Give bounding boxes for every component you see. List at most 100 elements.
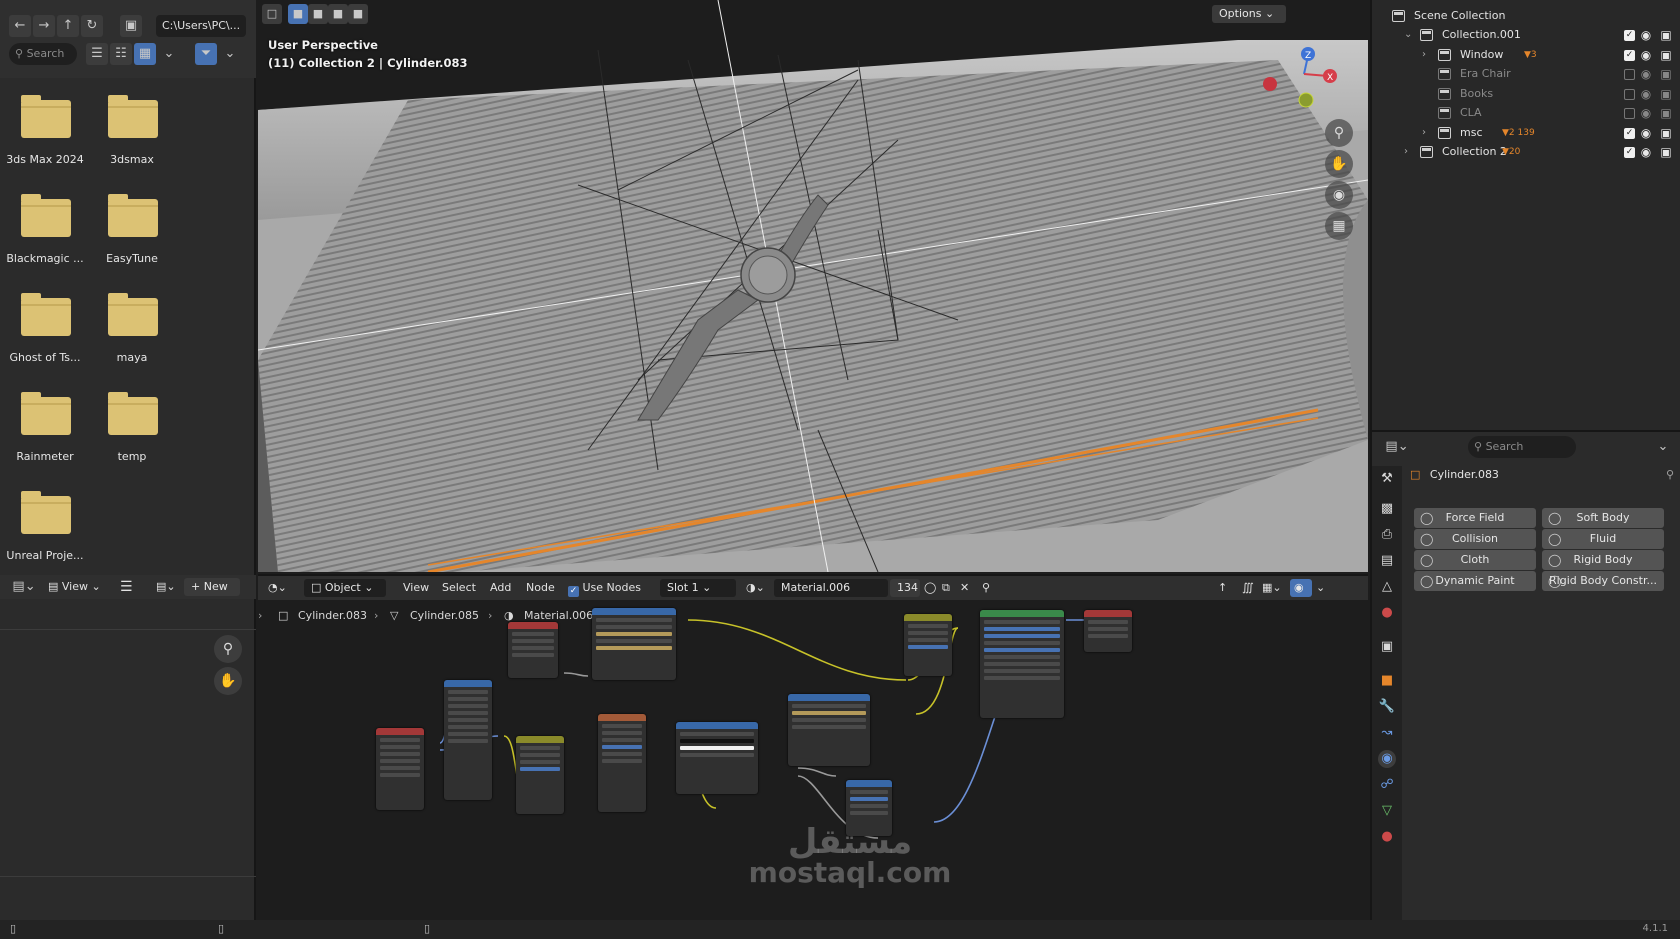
filter-icon[interactable]: ⏷ xyxy=(195,43,217,65)
camera-icon[interactable]: ▣ xyxy=(1658,84,1674,104)
chevron-down-icon[interactable]: ⌄ xyxy=(158,43,180,65)
node-mapping[interactable] xyxy=(444,680,492,800)
outliner-root-row[interactable]: Scene Collection xyxy=(1372,6,1680,26)
physics-tab-icon[interactable]: ◉ xyxy=(1378,750,1396,768)
soft-body-button[interactable]: ◯ Soft Body xyxy=(1542,508,1664,528)
object-tab-icon[interactable]: ■ xyxy=(1378,672,1396,690)
chevron-down-icon[interactable]: ⌄ xyxy=(1404,25,1416,45)
folder-item[interactable]: Ghost of Ts... xyxy=(4,288,84,383)
node-principled-bsdf[interactable] xyxy=(980,610,1064,718)
file-search-input[interactable]: ⚲ Search xyxy=(9,43,77,65)
camera-icon[interactable]: ▣ xyxy=(1658,25,1674,45)
node-material-output[interactable] xyxy=(1084,610,1132,652)
detail-view-icon[interactable]: ☷ xyxy=(110,43,132,65)
eye-icon[interactable]: ◉ xyxy=(1638,84,1654,104)
fluid-button[interactable]: ◯ Fluid xyxy=(1542,529,1664,549)
exclude-checkbox[interactable]: ✓ xyxy=(1624,127,1635,139)
particles-tab-icon[interactable]: ↝ xyxy=(1378,724,1396,742)
modifier-tab-icon[interactable]: 🔧 xyxy=(1378,698,1396,716)
hamburger-menu-icon[interactable]: ☰ xyxy=(120,575,133,599)
exclude-checkbox[interactable] xyxy=(1624,108,1635,119)
select-extend-icon[interactable]: ■ xyxy=(308,4,328,24)
node-color-ramp-3[interactable] xyxy=(788,694,870,766)
folder-item[interactable]: temp xyxy=(91,387,171,482)
eye-icon[interactable]: ◉ xyxy=(1638,25,1654,45)
folder-item[interactable]: Unreal Proje... xyxy=(4,486,84,581)
outliner-row[interactable]: › msc ▼2 139 ✓ ◉ ▣ xyxy=(1372,123,1680,143)
camera-icon[interactable]: ▣ xyxy=(1658,103,1674,123)
world-tab-icon[interactable]: ● xyxy=(1378,604,1396,622)
outliner-row[interactable]: Books ◉ ▣ xyxy=(1372,84,1680,104)
refresh-icon[interactable]: ↻ xyxy=(81,15,103,37)
eye-icon[interactable]: ◉ xyxy=(1638,103,1654,123)
image-editor-type-icon[interactable]: ▤⌄ xyxy=(10,576,38,598)
arrow-right-icon[interactable]: → xyxy=(33,15,55,37)
node-noise-texture[interactable] xyxy=(598,714,646,812)
image-zoom-icon[interactable]: ⚲ xyxy=(214,635,242,663)
properties-options-chevron-icon[interactable]: ⌄ xyxy=(1652,436,1674,458)
rigid-body-constr-button[interactable]: ◯ Rigid Body Constr... xyxy=(1542,571,1664,591)
collision-button[interactable]: ◯ Collision xyxy=(1414,529,1536,549)
outliner-row[interactable]: › Collection 2 ▼20 ✓ ◉ ▣ xyxy=(1372,142,1680,162)
node-mix-2[interactable] xyxy=(904,614,952,676)
camera-icon[interactable]: ▣ xyxy=(1658,45,1674,65)
outliner-row[interactable]: Era Chair ◉ ▣ xyxy=(1372,64,1680,84)
chevron-right-icon[interactable]: › xyxy=(1422,45,1434,65)
folder-item[interactable]: Blackmagic ... xyxy=(4,189,84,284)
outliner-row[interactable]: CLA ◉ ▣ xyxy=(1372,103,1680,123)
force-field-button[interactable]: ◯ Force Field xyxy=(1414,508,1536,528)
exclude-checkbox[interactable]: ✓ xyxy=(1624,30,1635,41)
material-tab-icon[interactable]: ● xyxy=(1378,828,1396,846)
eye-icon[interactable]: ◉ xyxy=(1638,45,1654,65)
gizmo-neg-x[interactable] xyxy=(1263,77,1277,91)
zoom-icon[interactable]: ⚲ xyxy=(1325,119,1353,147)
new-folder-icon[interactable]: ▣ xyxy=(120,15,142,37)
pan-hand-icon[interactable]: ✋ xyxy=(1325,150,1353,178)
select-invert-icon[interactable]: ■ xyxy=(348,4,368,24)
eye-icon[interactable]: ◉ xyxy=(1638,142,1654,162)
camera-view-icon[interactable]: ◉ xyxy=(1325,181,1353,209)
node-mix[interactable] xyxy=(516,736,564,814)
exclude-checkbox[interactable]: ✓ xyxy=(1624,147,1635,158)
dynamic-paint-button[interactable]: ◯ Dynamic Paint xyxy=(1414,571,1536,591)
tool-tab-icon[interactable]: ⚒ xyxy=(1378,470,1396,488)
camera-icon[interactable]: ▣ xyxy=(1658,142,1674,162)
data-tab-icon[interactable]: ▽ xyxy=(1378,802,1396,820)
view-layer-tab-icon[interactable]: ▤ xyxy=(1378,552,1396,570)
3d-viewport[interactable]: User Perspective (11) Collection 2 | Cyl… xyxy=(258,0,1368,572)
select-tool-icon[interactable]: □ xyxy=(262,4,282,24)
filter-dropdown-icon[interactable]: ⌄ xyxy=(219,43,241,65)
collection-tab-icon[interactable]: ▣ xyxy=(1378,638,1396,656)
image-browse-icon[interactable]: ▤⌄ xyxy=(156,575,176,599)
chevron-right-icon[interactable]: › xyxy=(1422,123,1434,143)
select-subtract-icon[interactable]: ■ xyxy=(328,4,348,24)
folder-item[interactable]: 3dsmax xyxy=(91,90,171,185)
eye-icon[interactable]: ◉ xyxy=(1638,123,1654,143)
output-tab-icon[interactable]: ⎙ xyxy=(1378,526,1396,544)
list-view-icon[interactable]: ☰ xyxy=(86,43,108,65)
options-dropdown[interactable]: Options ⌄ xyxy=(1212,5,1286,23)
chevron-right-icon[interactable]: › xyxy=(1404,142,1416,162)
eye-icon[interactable]: ◉ xyxy=(1638,64,1654,84)
camera-icon[interactable]: ▣ xyxy=(1658,123,1674,143)
node-texture-coordinate[interactable] xyxy=(376,728,424,810)
folder-item[interactable]: EasyTune xyxy=(91,189,171,284)
exclude-checkbox[interactable] xyxy=(1624,69,1635,80)
file-path-field[interactable]: C:\Users\PC\... xyxy=(156,15,246,37)
arrow-up-icon[interactable]: ↑ xyxy=(57,15,79,37)
render-tab-icon[interactable]: ▩ xyxy=(1378,500,1396,518)
select-new-icon[interactable]: ■ xyxy=(288,4,308,24)
image-view-menu[interactable]: ▤ View ⌄ xyxy=(48,575,101,599)
exclude-checkbox[interactable]: ✓ xyxy=(1624,49,1635,61)
node-scrollbar[interactable] xyxy=(1350,606,1368,920)
navigation-gizmo[interactable]: Z X xyxy=(1248,38,1348,118)
node-color-ramp-2[interactable] xyxy=(676,722,758,794)
camera-icon[interactable]: ▣ xyxy=(1658,64,1674,84)
thumbnail-view-icon[interactable]: ▦ xyxy=(134,43,156,65)
ortho-grid-icon[interactable]: ▦ xyxy=(1325,212,1353,240)
scene-tab-icon[interactable]: △ xyxy=(1378,578,1396,596)
rigid-body-button[interactable]: ◯ Rigid Body xyxy=(1542,550,1664,570)
outliner-row[interactable]: › Window ▼3 ✓ ◉ ▣ xyxy=(1372,45,1680,65)
exclude-checkbox[interactable] xyxy=(1624,88,1635,100)
new-image-button[interactable]: + New xyxy=(184,578,240,596)
